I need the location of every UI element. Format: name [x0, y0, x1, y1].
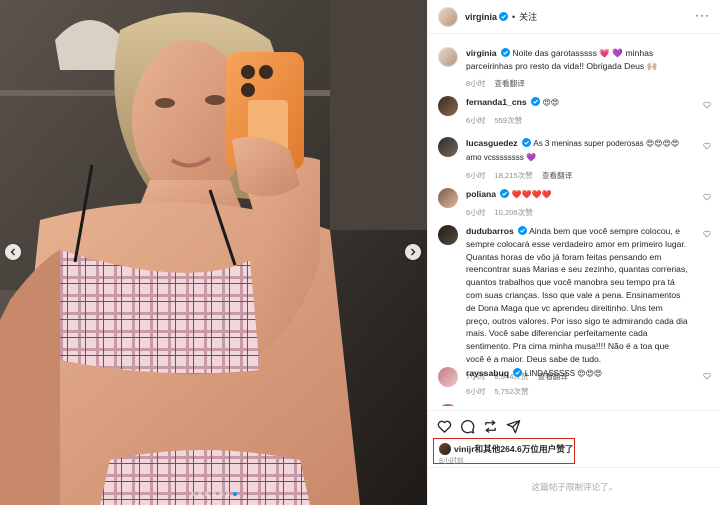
carousel-dot-active	[232, 492, 237, 496]
follow-button[interactable]: 关注	[519, 10, 537, 23]
comment-item: poliana ❤️❤️❤️❤️ 6小时 10,206次赞	[428, 188, 720, 218]
carousel-dot	[225, 492, 230, 496]
carousel-dot	[190, 492, 195, 496]
carousel-dot	[218, 492, 223, 496]
likes-summary[interactable]: vinijr和其他264.6万位用户赞了 8小时前	[433, 438, 575, 465]
heart-icon[interactable]	[703, 372, 711, 380]
comment-text: LINDASSSSS 😍😍😍	[524, 369, 603, 378]
chevron-right-icon	[411, 248, 416, 256]
avatar[interactable]	[438, 96, 458, 116]
share-icon[interactable]	[483, 419, 498, 434]
verified-badge-icon	[521, 138, 531, 147]
comment-time: 6小时	[466, 170, 486, 180]
carousel-next-button[interactable]	[405, 244, 421, 260]
avatar[interactable]	[438, 137, 458, 157]
comment-item-partial	[428, 404, 720, 406]
chevron-left-icon	[10, 248, 15, 256]
heart-icon[interactable]	[437, 419, 452, 434]
avatar[interactable]	[438, 404, 458, 406]
send-icon[interactable]	[506, 419, 521, 434]
verified-badge-icon	[500, 48, 510, 57]
caption: virginia Noite das garotasssss 💗 💜 minha…	[428, 47, 720, 89]
comment-username[interactable]: fernanda1_cns	[466, 97, 527, 107]
comment-username[interactable]: poliana	[466, 189, 496, 199]
photo-image	[0, 0, 427, 505]
likes-count-text[interactable]: 和其他264.6万位用户赞了	[475, 444, 574, 454]
comment-likes[interactable]: 559次赞	[494, 115, 522, 126]
carousel-indicator	[0, 492, 427, 496]
caption-time: 8小时	[466, 78, 486, 88]
liker-avatar[interactable]	[439, 443, 451, 455]
post-photo[interactable]	[0, 0, 427, 505]
comment-icon[interactable]	[460, 419, 475, 434]
heart-icon[interactable]	[703, 230, 711, 238]
comment-likes[interactable]: 5,752次赞	[494, 386, 528, 397]
carousel-dot	[211, 492, 216, 496]
comment-item: lucasguedez As 3 meninas super poderosas…	[428, 137, 720, 181]
avatar[interactable]	[438, 47, 458, 67]
see-translation-link[interactable]: 查看翻译	[542, 170, 572, 181]
comment-item: fernanda1_cns 😍😍 6小时 559次赞	[428, 96, 720, 126]
see-translation-link[interactable]: 查看翻译	[494, 78, 524, 89]
carousel-dot	[197, 492, 202, 496]
avatar[interactable]	[438, 367, 458, 387]
post-header: virginia • 关注 ···	[428, 0, 720, 34]
comment-text: ❤️❤️❤️❤️	[511, 190, 552, 199]
comment-text: Ainda bem que você sempre colocou, e sem…	[466, 226, 688, 364]
heart-icon[interactable]	[703, 142, 711, 150]
comments-restricted-text: 这篇帖子限制评论了。	[531, 481, 618, 492]
verified-badge-icon	[531, 97, 541, 106]
avatar[interactable]	[438, 225, 458, 245]
heart-icon[interactable]	[703, 101, 711, 109]
comments-restricted-footer: 这篇帖子限制评论了。	[428, 467, 720, 505]
verified-badge-icon	[518, 226, 528, 235]
comment-time: 6小时	[466, 386, 486, 396]
comment-text: 😍😍	[542, 98, 560, 107]
comment-item: rayssabuq LINDASSSSS 😍😍😍 6小时 5,752次赞	[428, 367, 720, 397]
comment-likes[interactable]: 18,215次赞	[494, 170, 532, 181]
comment-item: dudubarros Ainda bem que você sempre col…	[428, 225, 720, 382]
comment-username[interactable]: dudubarros	[466, 226, 514, 236]
caption-username[interactable]: virginia	[466, 48, 497, 58]
header-separator: •	[512, 11, 516, 22]
avatar[interactable]	[438, 188, 458, 208]
comment-time: 6小时	[466, 115, 486, 125]
header-username[interactable]: virginia	[465, 12, 497, 22]
verified-badge-icon	[513, 368, 523, 377]
heart-icon[interactable]	[703, 193, 711, 201]
post-time: 8小时前	[439, 458, 464, 465]
comment-time: 6小时	[466, 207, 486, 217]
action-bar	[428, 410, 720, 440]
comment-likes[interactable]: 10,206次赞	[494, 207, 532, 218]
more-icon[interactable]: ···	[695, 9, 710, 21]
verified-badge-icon	[499, 12, 509, 21]
liker-username[interactable]: vinijr	[454, 444, 475, 454]
post-side-panel: virginia • 关注 ··· virginia Noite das gar…	[427, 0, 720, 505]
avatar[interactable]	[438, 6, 458, 27]
carousel-dot	[204, 492, 209, 496]
comment-username[interactable]: lucasguedez	[466, 138, 518, 148]
comment-username[interactable]: rayssabuq	[466, 368, 509, 378]
verified-badge-icon	[500, 189, 510, 198]
comments-list[interactable]: virginia Noite das garotasssss 💗 💜 minha…	[428, 34, 720, 406]
carousel-prev-button[interactable]	[5, 244, 21, 260]
